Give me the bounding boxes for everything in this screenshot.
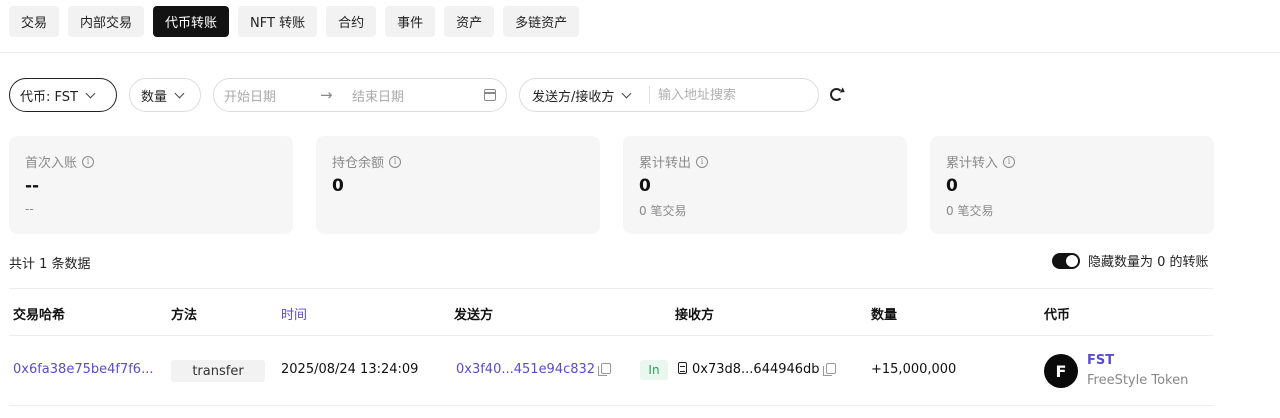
calendar-icon[interactable]	[484, 89, 496, 101]
token-transfers-table: 交易哈希 方法 时间 发送方 接收方 数量 代币 0x6fa38e75be4f7…	[9, 288, 1213, 406]
card-label: 持仓余额	[332, 156, 385, 171]
start-date-input[interactable]: 开始日期	[224, 86, 320, 105]
refresh-icon[interactable]	[830, 88, 843, 101]
header-token: 代币	[1044, 308, 1071, 323]
card-sub: 0 笔交易	[946, 204, 994, 218]
header-from: 发送方	[454, 308, 494, 323]
quantity-filter-label: 数量	[141, 89, 168, 105]
quantity-filter-dropdown[interactable]: 数量	[129, 78, 201, 112]
tabs-divider	[0, 52, 1280, 53]
table-row: 0x6fa38e75be4f7f6... transfer 2025/08/24…	[9, 336, 1213, 406]
card-balance: 持仓余额 i 0	[316, 136, 600, 234]
chevron-down-icon	[621, 88, 632, 98]
contract-icon	[678, 362, 687, 374]
transfer-type-tabs: 交易 内部交易 代币转账 NFT 转账 合约 事件 资产 多链资产	[9, 6, 580, 37]
tab-events[interactable]: 事件	[385, 6, 436, 37]
card-label: 累计转出	[639, 156, 692, 171]
card-sub: --	[25, 202, 34, 216]
toggle-label: 隐藏数量为 0 的转账	[1088, 255, 1209, 270]
date-range-picker[interactable]: 开始日期 → 结束日期	[213, 78, 507, 112]
tx-time: 2025/08/24 13:24:09	[281, 362, 419, 377]
card-total-out: 累计转出 i 0 0 笔交易	[623, 136, 907, 234]
from-address-link[interactable]: 0x3f40...451e94c832	[456, 362, 595, 377]
chevron-down-icon	[85, 88, 96, 98]
direction-dropdown[interactable]: 发送方/接收方	[532, 86, 650, 105]
token-name: FreeStyle Token	[1087, 373, 1189, 388]
info-icon[interactable]: i	[696, 155, 709, 168]
tx-hash-link[interactable]: 0x6fa38e75be4f7f6...	[13, 362, 153, 377]
header-to: 接收方	[675, 308, 715, 323]
card-value: 0	[332, 176, 344, 196]
card-first-received: 首次入账 i -- --	[9, 136, 293, 234]
info-icon[interactable]: i	[82, 155, 95, 168]
card-total-in: 累计转入 i 0 0 笔交易	[930, 136, 1214, 234]
header-time[interactable]: 时间	[281, 304, 307, 323]
direction-label: 发送方/接收方	[532, 89, 615, 105]
header-method: 方法	[171, 308, 198, 323]
token-filter-label: 代币: FST	[20, 89, 78, 105]
tab-multichain-assets[interactable]: 多链资产	[503, 6, 580, 37]
tab-contract[interactable]: 合约	[326, 6, 377, 37]
copy-icon[interactable]	[598, 363, 612, 376]
card-value: 0	[639, 176, 651, 196]
tab-token-transfers[interactable]: 代币转账	[153, 6, 230, 37]
chevron-down-icon	[174, 88, 185, 98]
token-filter-dropdown[interactable]: 代币: FST	[9, 78, 117, 112]
tab-assets[interactable]: 资产	[444, 6, 495, 37]
token-symbol-link[interactable]: FST	[1087, 353, 1114, 368]
tab-transactions[interactable]: 交易	[9, 6, 60, 37]
card-value: 0	[946, 176, 958, 196]
copy-icon[interactable]	[822, 363, 836, 376]
info-icon[interactable]: i	[1003, 155, 1016, 168]
hide-zero-toggle[interactable]: 隐藏数量为 0 的转账	[1052, 251, 1209, 270]
method-badge: transfer	[171, 360, 265, 382]
table-header: 交易哈希 方法 时间 发送方 接收方 数量 代币	[9, 288, 1213, 336]
direction-in-badge: In	[640, 360, 668, 380]
header-amount: 数量	[871, 308, 898, 323]
to-address[interactable]: 0x73d8...644946db	[692, 362, 820, 377]
transfer-amount: +15,000,000	[871, 362, 957, 377]
tab-nft-transfers[interactable]: NFT 转账	[238, 6, 318, 37]
result-count: 共计 1 条数据	[9, 257, 91, 272]
card-sub: 0 笔交易	[639, 204, 687, 218]
toggle-switch[interactable]	[1052, 252, 1080, 269]
filter-bar: 代币: FST 数量 开始日期 → 结束日期 发送方/接收方	[9, 78, 859, 112]
address-search-input[interactable]	[658, 87, 818, 103]
info-icon[interactable]: i	[389, 155, 402, 168]
card-value: --	[25, 176, 40, 196]
end-date-input[interactable]: 结束日期	[352, 86, 492, 105]
header-tx-hash: 交易哈希	[13, 308, 66, 323]
card-label: 首次入账	[25, 156, 78, 171]
token-logo-icon: F	[1044, 354, 1078, 388]
tab-internal-transactions[interactable]: 内部交易	[68, 6, 145, 37]
address-search-group: 发送方/接收方	[519, 78, 819, 112]
arrow-right-icon: →	[320, 86, 333, 104]
card-label: 累计转入	[946, 156, 999, 171]
